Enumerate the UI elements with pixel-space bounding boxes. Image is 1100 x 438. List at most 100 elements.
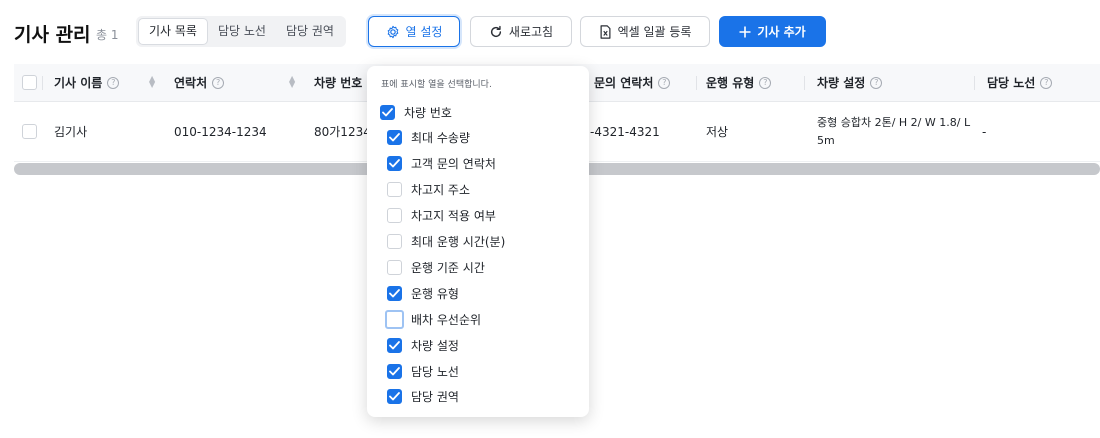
column-option-label: 차량 번호 <box>404 105 452 120</box>
cell-operation-type: 저상 <box>706 125 729 139</box>
header-vehicle-setting-label: 차량 설정 <box>817 76 866 90</box>
checked-checkbox[interactable] <box>387 285 402 301</box>
cell-vehicle-number: 80가1234 <box>314 125 371 139</box>
column-option[interactable]: 배차 우선순위 <box>385 309 482 329</box>
checked-checkbox[interactable] <box>387 337 402 353</box>
sort-icon[interactable]: ▲ ▼ <box>289 75 295 89</box>
add-driver-button[interactable]: 기사 추가 <box>719 16 826 47</box>
column-settings-hint: 표에 표시할 열을 선택합니다. <box>381 80 492 90</box>
column-option-label: 운행 기준 시간 <box>411 260 485 275</box>
column-option[interactable]: 차량 설정 <box>387 335 459 355</box>
column-option[interactable]: 운행 기준 시간 <box>387 257 485 277</box>
view-tabs: 기사 목록 담당 노선 담당 권역 <box>136 16 346 47</box>
checked-checkbox[interactable] <box>387 389 402 405</box>
column-option-label: 최대 수송량 <box>411 131 471 146</box>
tab-driver-list[interactable]: 기사 목록 <box>138 18 208 45</box>
column-option-label: 차량 설정 <box>411 338 459 353</box>
column-option[interactable]: 차고지 주소 <box>387 180 470 200</box>
refresh-label: 새로고침 <box>508 25 554 39</box>
unchecked-checkbox[interactable] <box>385 309 404 329</box>
column-settings-dropdown: 표에 표시할 열을 선택합니다. 차량 번호최대 수송량고객 문의 연락처차고지… <box>367 66 589 417</box>
checked-checkbox[interactable] <box>380 104 395 120</box>
column-option-label: 배차 우선순위 <box>411 312 482 327</box>
refresh-button[interactable]: 새로고침 <box>470 16 572 47</box>
header-route[interactable]: 담당 노선 ? <box>987 64 1053 101</box>
page-title: 기사 관리 <box>14 24 91 46</box>
header-vehicle-number-label: 차량 번호 <box>314 76 363 90</box>
column-option-label: 차고지 적용 여부 <box>411 209 496 224</box>
check-icon <box>389 366 400 375</box>
help-icon[interactable]: ? <box>658 76 671 89</box>
tab-assigned-areas[interactable]: 담당 권역 <box>276 18 344 45</box>
check-icon <box>389 159 400 168</box>
column-divider <box>974 76 975 90</box>
column-option[interactable]: 차량 번호 <box>380 102 452 122</box>
header-route-label: 담당 노선 <box>987 76 1036 90</box>
header-vehicle-number[interactable]: 차량 번호 <box>314 64 362 101</box>
add-driver-label: 기사 추가 <box>757 25 806 39</box>
row-select-cell <box>22 102 37 161</box>
help-icon[interactable]: ? <box>1040 76 1053 89</box>
check-icon <box>389 133 400 142</box>
unchecked-checkbox[interactable] <box>387 259 402 275</box>
header-contact[interactable]: 연락처 ? <box>174 64 225 101</box>
check-icon <box>389 288 400 298</box>
unchecked-checkbox[interactable] <box>387 208 402 224</box>
header-operation-type-label: 운행 유형 <box>706 76 755 90</box>
cell-customer-contact: -4321-4321 <box>590 124 660 139</box>
excel-upload-label: 엑셀 일괄 등록 <box>617 25 692 39</box>
column-option[interactable]: 고객 문의 연락처 <box>387 154 496 174</box>
checked-checkbox[interactable] <box>387 130 402 146</box>
column-option[interactable]: 최대 운행 시간(분) <box>387 232 505 252</box>
column-option-label: 최대 운행 시간(분) <box>411 235 506 249</box>
driver-count: 총 1 <box>96 28 119 42</box>
check-icon <box>389 340 400 349</box>
excel-file-icon <box>600 24 611 39</box>
column-settings-button[interactable]: 열 설정 <box>368 16 460 47</box>
cell-vehicle-setting: 중형 승합차 2톤/ H 2/ W 1.8/ L 5m <box>817 102 977 161</box>
column-option-label: 고객 문의 연락처 <box>411 157 496 172</box>
help-icon[interactable]: ? <box>212 76 225 89</box>
column-divider <box>804 76 805 90</box>
checked-checkbox[interactable] <box>387 363 402 379</box>
column-settings-label: 열 설정 <box>405 25 443 39</box>
header-customer-contact-label: 문의 연락처 <box>594 76 654 90</box>
unchecked-checkbox[interactable] <box>387 234 402 249</box>
select-all-cell <box>22 64 37 101</box>
header-contact-label: 연락처 <box>174 76 208 90</box>
column-option-label: 차고지 주소 <box>411 183 471 198</box>
checked-checkbox[interactable] <box>387 156 402 172</box>
column-option[interactable]: 담당 권역 <box>387 387 459 407</box>
header-operation-type[interactable]: 운행 유형 ? <box>706 64 772 101</box>
plus-icon <box>739 26 751 37</box>
column-divider <box>696 76 697 90</box>
column-option[interactable]: 최대 수송량 <box>387 128 470 148</box>
column-option-label: 담당 노선 <box>411 364 459 379</box>
cell-route: - <box>982 124 987 139</box>
sort-icon[interactable]: ▲ ▼ <box>149 75 155 89</box>
column-option[interactable]: 담당 노선 <box>387 361 459 381</box>
vehicle-setting-text: 중형 승합차 2톤/ H 2/ W 1.8/ L 5m <box>817 115 971 147</box>
column-option-label: 담당 권역 <box>411 390 459 405</box>
cell-contact: 010-1234-1234 <box>174 124 267 139</box>
help-icon[interactable]: ? <box>107 76 120 89</box>
select-all-checkbox[interactable] <box>22 75 37 90</box>
header-vehicle-setting[interactable]: 차량 설정 ? <box>817 64 883 101</box>
help-icon[interactable]: ? <box>870 76 883 89</box>
column-option[interactable]: 차고지 적용 여부 <box>387 206 496 226</box>
help-icon[interactable]: ? <box>759 76 772 89</box>
header-driver-name-label: 기사 이름 <box>54 76 103 90</box>
check-icon <box>382 107 393 116</box>
column-option[interactable]: 운행 유형 <box>387 283 459 303</box>
gear-icon <box>387 25 398 38</box>
header-driver-name[interactable]: 기사 이름 ? <box>54 64 120 101</box>
excel-upload-button[interactable]: 엑셀 일괄 등록 <box>580 16 710 47</box>
check-icon <box>389 392 400 401</box>
header-customer-contact[interactable]: 문의 연락처 ? <box>594 64 671 101</box>
row-checkbox[interactable] <box>22 124 37 139</box>
unchecked-checkbox[interactable] <box>387 182 402 198</box>
column-option-label: 운행 유형 <box>411 286 459 301</box>
cell-driver-name: 김기사 <box>54 125 88 139</box>
tab-assigned-routes[interactable]: 담당 노선 <box>208 18 276 45</box>
refresh-icon <box>490 25 501 37</box>
